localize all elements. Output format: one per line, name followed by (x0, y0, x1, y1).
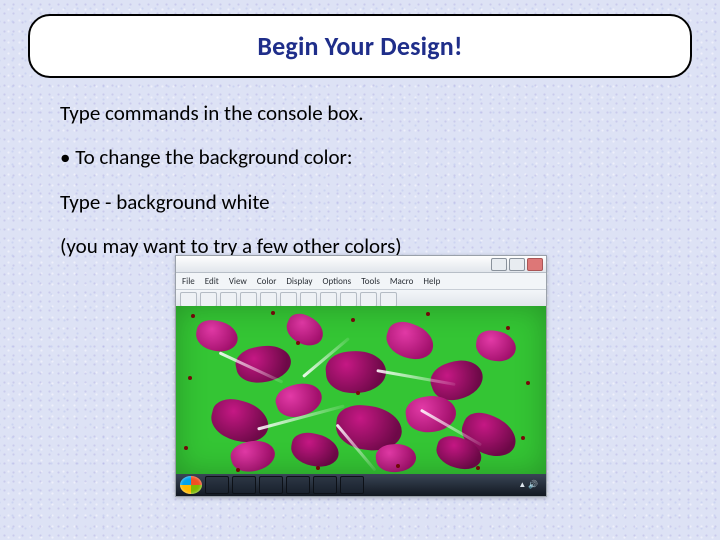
molecule-viewport (176, 306, 546, 474)
menu-item: File (182, 276, 195, 287)
toolbar-icon (220, 292, 237, 307)
system-tray: ▲ 🔊 (518, 480, 542, 490)
window-buttons (491, 258, 543, 269)
atom-dot (426, 312, 430, 316)
menu-item: Color (257, 276, 277, 287)
app-menu-bar: File Edit View Color Display Options Too… (176, 273, 546, 290)
molecule-blob (194, 318, 241, 355)
menu-item: Edit (205, 276, 219, 287)
toolbar-icon (180, 292, 197, 307)
menu-item: Help (423, 276, 440, 287)
menu-item: Macro (390, 276, 414, 287)
toolbar-icon (240, 292, 257, 307)
atom-dot (526, 381, 530, 385)
atom-dot (351, 318, 355, 322)
maximize-icon (509, 258, 525, 271)
taskbar-icon (340, 476, 364, 494)
toolbar-icon (280, 292, 297, 307)
molecule-blob (207, 395, 273, 448)
os-taskbar: ▲ 🔊 (176, 474, 546, 496)
molecule-blob (382, 317, 438, 364)
atom-dot (521, 436, 525, 440)
intro-line: Type commands in the console box. (60, 100, 660, 126)
menu-item: Display (286, 276, 312, 287)
atom-dot (476, 466, 480, 470)
toolbar-icon (200, 292, 217, 307)
atom-dot (236, 468, 240, 472)
taskbar-icon (259, 476, 283, 494)
toolbar-icon (300, 292, 317, 307)
menu-item: Tools (361, 276, 380, 287)
body-text: Type commands in the console box. • To c… (60, 100, 660, 277)
atom-dot (506, 326, 510, 330)
taskbar-icon (232, 476, 256, 494)
molecule-blob (375, 442, 418, 474)
toolbar-icon (340, 292, 357, 307)
taskbar-icon (313, 476, 337, 494)
atom-dot (296, 341, 300, 345)
slide-title: Begin Your Design! (257, 30, 462, 62)
app-titlebar (176, 256, 546, 273)
start-button-icon (180, 476, 202, 494)
taskbar-icon (286, 476, 310, 494)
atom-dot (184, 446, 188, 450)
molecule-blob (474, 328, 518, 363)
close-icon (527, 258, 543, 271)
molecule-blob (282, 309, 328, 350)
slide: Begin Your Design! Type commands in the … (0, 0, 720, 540)
atom-dot (271, 311, 275, 315)
title-box: Begin Your Design! (28, 14, 692, 78)
bullet-line: • To change the background color: (60, 144, 660, 170)
atom-dot (356, 391, 360, 395)
toolbar-icon (380, 292, 397, 307)
menu-item: Options (323, 276, 352, 287)
toolbar-icon (260, 292, 277, 307)
toolbar-icon (320, 292, 337, 307)
sub-line-1: Type - background white (60, 189, 660, 215)
atom-dot (316, 466, 320, 470)
atom-dot (188, 376, 192, 380)
embedded-app-window: File Edit View Color Display Options Too… (175, 255, 547, 497)
menu-item: View (229, 276, 247, 287)
minimize-icon (491, 258, 507, 271)
molecule-blob (288, 430, 341, 471)
atom-dot (396, 464, 400, 468)
atom-dot (191, 314, 195, 318)
taskbar-icon (205, 476, 229, 494)
toolbar-icon (360, 292, 377, 307)
